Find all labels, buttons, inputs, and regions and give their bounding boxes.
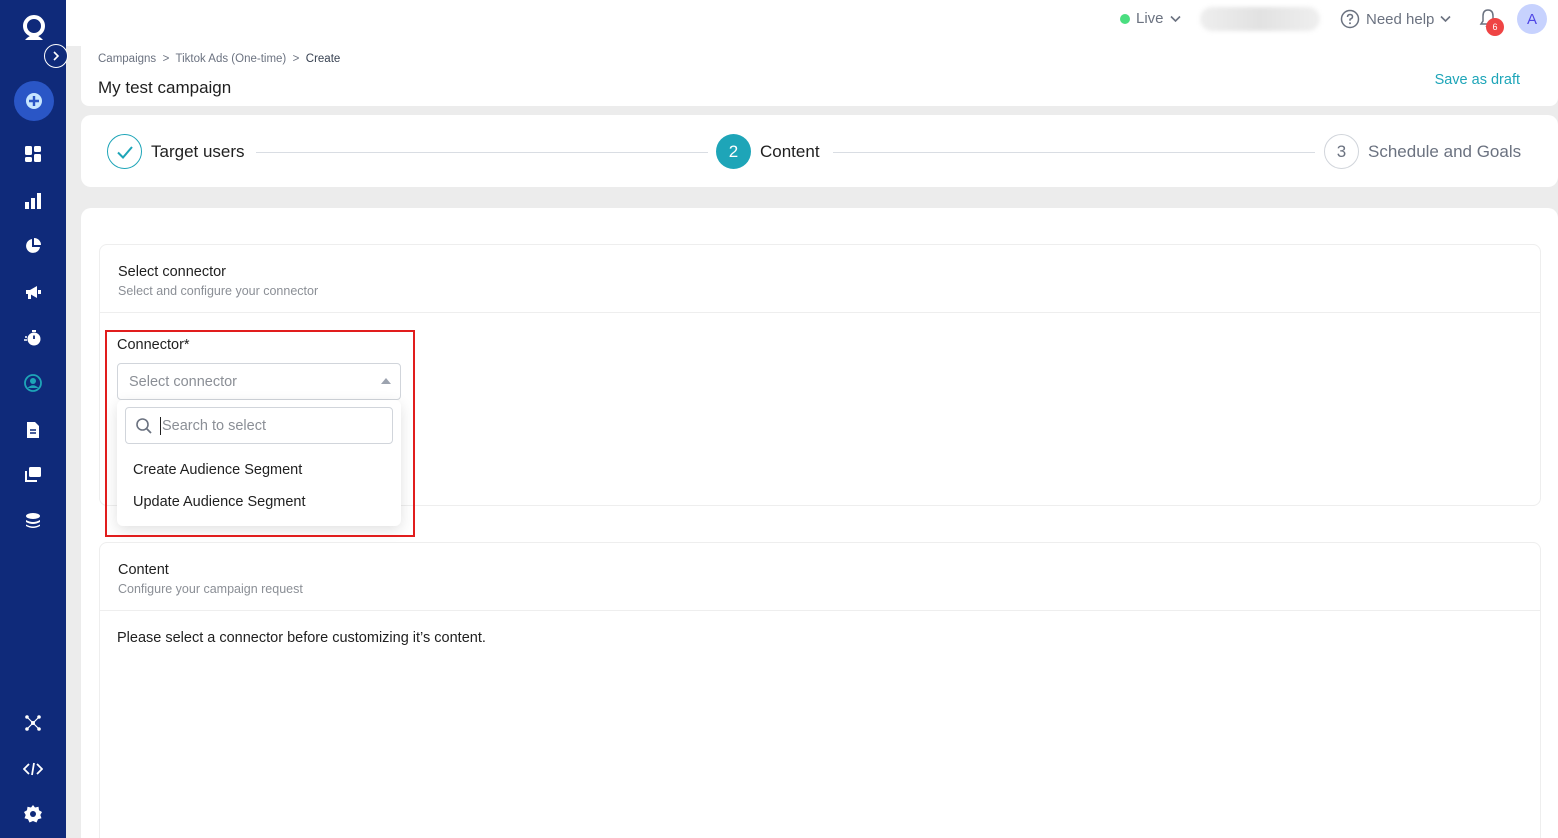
chevron-down-icon bbox=[1169, 15, 1181, 22]
integrations-icon[interactable] bbox=[21, 711, 45, 735]
breadcrumb-separator: > bbox=[159, 53, 173, 65]
page-title: My test campaign bbox=[98, 78, 232, 97]
step-label: Content bbox=[760, 141, 820, 161]
top-bar bbox=[66, 0, 1558, 46]
chevron-down-icon bbox=[1440, 15, 1451, 23]
analytics-icon[interactable] bbox=[21, 189, 45, 213]
section-header: Select connector Select and configure yo… bbox=[100, 245, 1540, 313]
sidebar bbox=[0, 0, 68, 838]
app-logo-icon[interactable] bbox=[19, 13, 49, 43]
step-content[interactable]: 2 Content bbox=[716, 134, 820, 169]
campaigns-megaphone-icon[interactable] bbox=[21, 280, 45, 304]
timer-icon[interactable] bbox=[21, 326, 45, 350]
save-as-draft-button[interactable]: Save as draft bbox=[1435, 72, 1520, 88]
step-number: 3 bbox=[1324, 134, 1359, 169]
environment-switcher[interactable]: Live bbox=[1120, 10, 1181, 27]
section-header: Content Configure your campaign request bbox=[100, 543, 1540, 611]
notification-count-badge: 6 bbox=[1486, 18, 1504, 36]
help-menu[interactable]: Need help bbox=[1340, 9, 1451, 29]
section-subtitle: Select and configure your connector bbox=[118, 284, 319, 298]
environment-label: Live bbox=[1136, 10, 1164, 27]
step-schedule-goals[interactable]: 3 Schedule and Goals bbox=[1324, 134, 1521, 169]
live-status-dot bbox=[1120, 13, 1130, 24]
developer-code-icon[interactable] bbox=[21, 757, 45, 781]
annotation-highlight-box bbox=[105, 330, 415, 537]
breadcrumb-campaigns[interactable]: Campaigns bbox=[98, 53, 156, 65]
content-section: Content Configure your campaign request bbox=[99, 542, 1541, 838]
sidebar-toggle-icon[interactable] bbox=[44, 44, 68, 68]
dashboard-icon[interactable] bbox=[21, 142, 45, 166]
step-target-users[interactable]: Target users bbox=[107, 134, 245, 169]
help-label: Need help bbox=[1366, 10, 1435, 28]
step-label: Target users bbox=[151, 141, 245, 161]
campaign-stepper: Target users 2 Content 3 Schedule and Go… bbox=[81, 115, 1558, 187]
step-complete-check-icon bbox=[107, 134, 142, 169]
step-label: Schedule and Goals bbox=[1368, 141, 1522, 161]
media-library-icon[interactable] bbox=[21, 463, 45, 487]
audience-icon[interactable] bbox=[21, 371, 45, 395]
page-header: Campaigns > Tiktok Ads (One-time) > Crea… bbox=[81, 46, 1558, 106]
help-question-icon bbox=[1340, 9, 1360, 29]
documents-icon[interactable] bbox=[21, 418, 45, 442]
content-placeholder-message: Please select a connector before customi… bbox=[117, 630, 486, 646]
breadcrumb-separator: > bbox=[289, 53, 303, 65]
breadcrumb-create: Create bbox=[305, 53, 341, 65]
user-avatar[interactable]: A bbox=[1517, 4, 1547, 34]
step-connector-line bbox=[256, 152, 708, 153]
segments-pie-icon[interactable] bbox=[21, 234, 45, 258]
database-icon[interactable] bbox=[21, 509, 45, 533]
settings-gear-icon[interactable] bbox=[21, 802, 45, 826]
breadcrumb-tiktok-ads[interactable]: Tiktok Ads (One-time) bbox=[175, 53, 286, 65]
blurred-account-selector[interactable] bbox=[1200, 7, 1320, 31]
section-title: Select connector bbox=[118, 264, 227, 280]
section-title: Content bbox=[118, 562, 169, 578]
step-number: 2 bbox=[716, 134, 751, 169]
section-subtitle: Configure your campaign request bbox=[118, 582, 303, 596]
step-connector-line bbox=[833, 152, 1315, 153]
create-new-icon[interactable] bbox=[14, 81, 54, 121]
breadcrumb: Campaigns > Tiktok Ads (One-time) > Crea… bbox=[98, 53, 340, 65]
